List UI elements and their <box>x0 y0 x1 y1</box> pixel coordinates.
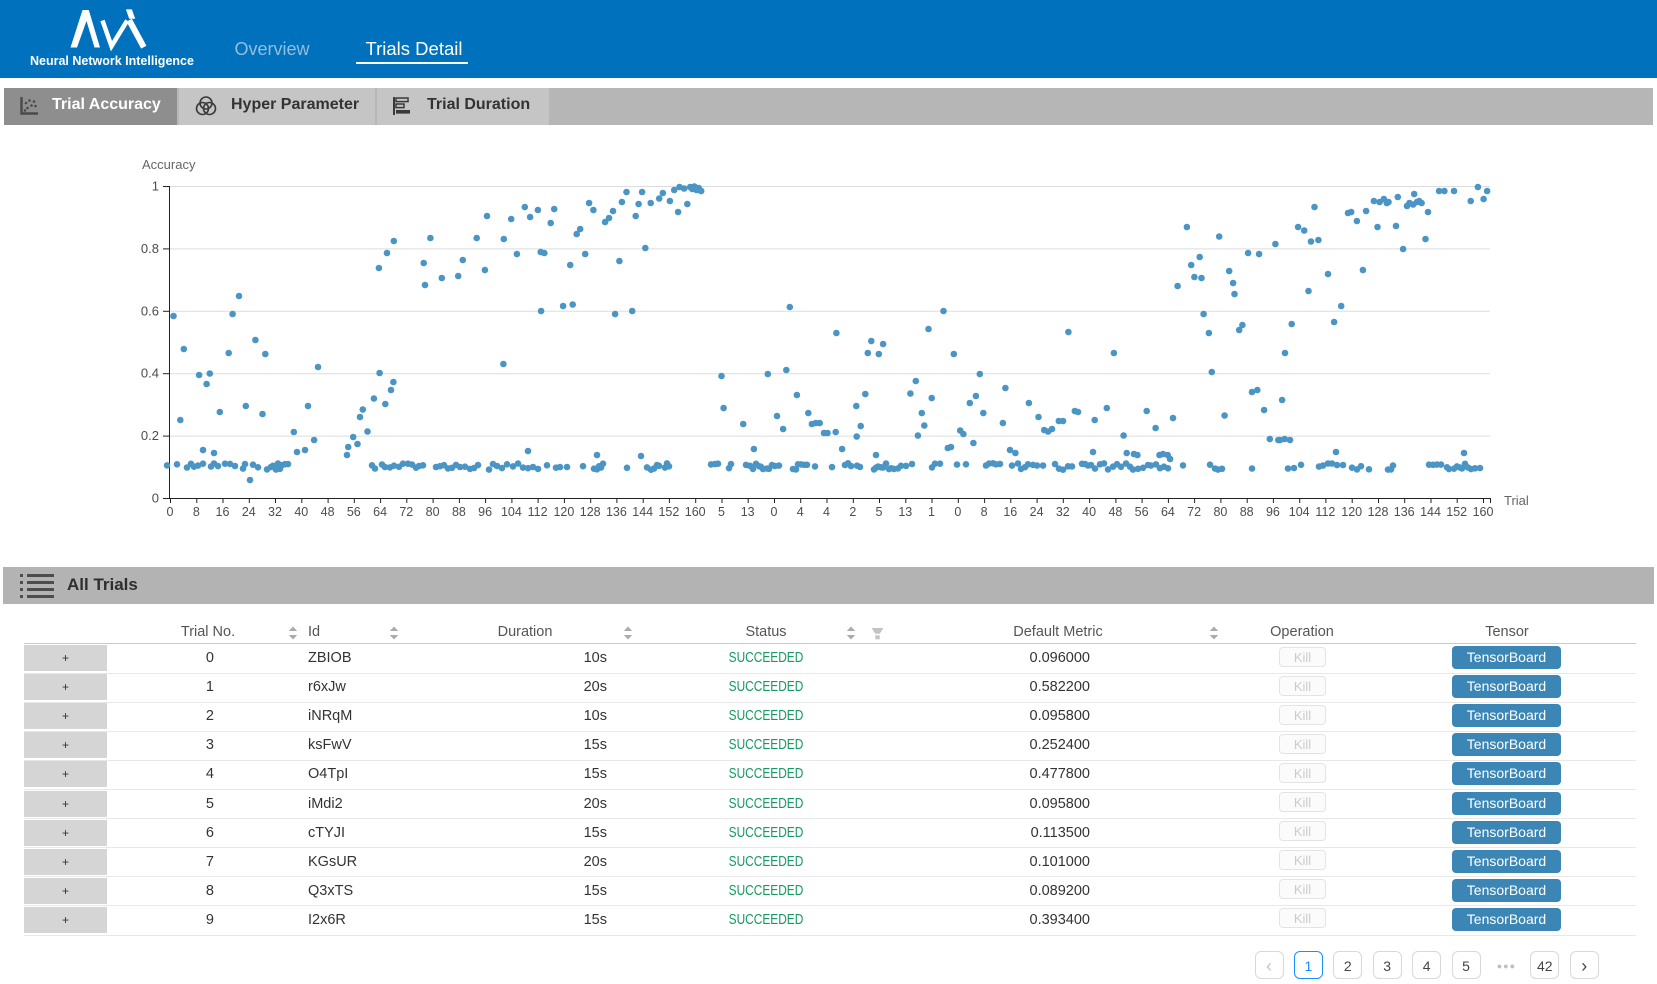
svg-text:120: 120 <box>1341 505 1362 519</box>
svg-text:16: 16 <box>1003 505 1017 519</box>
svg-text:136: 136 <box>606 505 627 519</box>
svg-text:80: 80 <box>1213 505 1227 519</box>
svg-text:8: 8 <box>193 505 200 519</box>
svg-text:152: 152 <box>658 505 679 519</box>
svg-text:128: 128 <box>580 505 601 519</box>
svg-text:48: 48 <box>1108 505 1122 519</box>
svg-text:4: 4 <box>823 505 830 519</box>
svg-text:Trial: Trial <box>1504 493 1529 508</box>
svg-text:56: 56 <box>1135 505 1149 519</box>
svg-text:112: 112 <box>1315 505 1335 519</box>
svg-text:136: 136 <box>1394 505 1415 519</box>
svg-text:64: 64 <box>1161 505 1175 519</box>
svg-text:48: 48 <box>321 505 335 519</box>
svg-text:144: 144 <box>632 505 653 519</box>
svg-text:8: 8 <box>981 505 988 519</box>
svg-text:96: 96 <box>478 505 492 519</box>
svg-text:112: 112 <box>528 505 548 519</box>
svg-text:0.8: 0.8 <box>141 241 159 256</box>
svg-text:13: 13 <box>898 505 912 519</box>
svg-text:88: 88 <box>1240 505 1254 519</box>
svg-text:4: 4 <box>797 505 804 519</box>
svg-text:1: 1 <box>928 505 935 519</box>
svg-text:13: 13 <box>741 505 755 519</box>
svg-text:104: 104 <box>1289 505 1310 519</box>
svg-text:Accuracy: Accuracy <box>142 157 196 172</box>
svg-text:0: 0 <box>771 505 778 519</box>
svg-text:56: 56 <box>347 505 361 519</box>
svg-text:32: 32 <box>1056 505 1070 519</box>
svg-text:104: 104 <box>501 505 522 519</box>
svg-text:64: 64 <box>373 505 387 519</box>
svg-text:0.4: 0.4 <box>141 366 159 381</box>
svg-text:96: 96 <box>1266 505 1280 519</box>
svg-text:120: 120 <box>553 505 574 519</box>
svg-text:88: 88 <box>452 505 466 519</box>
svg-text:0.6: 0.6 <box>141 303 159 318</box>
svg-text:24: 24 <box>1030 505 1044 519</box>
svg-text:0: 0 <box>152 491 159 506</box>
svg-text:40: 40 <box>1082 505 1096 519</box>
svg-text:5: 5 <box>718 505 725 519</box>
svg-text:144: 144 <box>1420 505 1441 519</box>
svg-text:72: 72 <box>399 505 413 519</box>
svg-text:128: 128 <box>1368 505 1389 519</box>
svg-text:32: 32 <box>268 505 282 519</box>
svg-text:1: 1 <box>152 179 159 194</box>
svg-text:2: 2 <box>849 505 856 519</box>
svg-text:160: 160 <box>685 505 706 519</box>
svg-text:152: 152 <box>1446 505 1467 519</box>
svg-text:0.2: 0.2 <box>141 428 159 443</box>
svg-text:72: 72 <box>1187 505 1201 519</box>
svg-text:0: 0 <box>954 505 961 519</box>
svg-text:24: 24 <box>242 505 256 519</box>
svg-text:40: 40 <box>294 505 308 519</box>
svg-text:160: 160 <box>1473 505 1494 519</box>
svg-text:0: 0 <box>167 505 174 519</box>
svg-text:5: 5 <box>876 505 883 519</box>
svg-text:16: 16 <box>216 505 230 519</box>
svg-text:80: 80 <box>426 505 440 519</box>
